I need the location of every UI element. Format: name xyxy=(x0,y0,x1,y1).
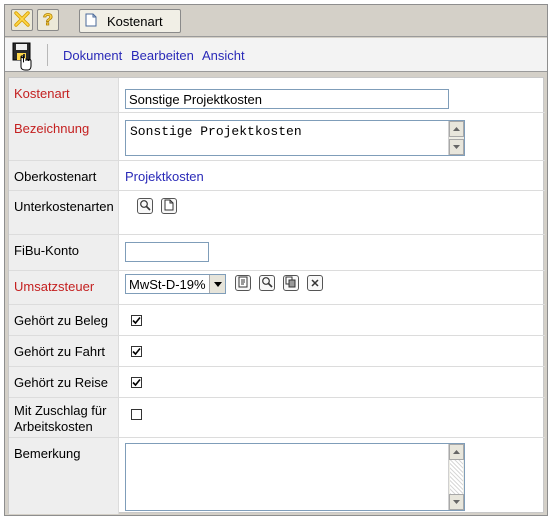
umsatzsteuer-copy-button[interactable] xyxy=(283,275,299,291)
fibu-konto-input[interactable] xyxy=(125,242,209,262)
menu-ansicht[interactable]: Ansicht xyxy=(202,48,245,63)
zuschlag-label-line2: Arbeitskosten xyxy=(14,419,93,434)
scroll-down-arrow-icon[interactable] xyxy=(449,139,464,155)
clear-icon xyxy=(310,276,320,291)
bezeichnung-label: Bezeichnung xyxy=(9,113,119,160)
unterkostenarten-search-button[interactable] xyxy=(137,198,153,214)
kostenart-label: Kostenart xyxy=(9,78,119,112)
chevron-down-icon[interactable] xyxy=(209,275,225,293)
row-gehoert-fahrt: Gehört zu Fahrt xyxy=(9,336,545,367)
menu-separator xyxy=(47,44,48,66)
row-oberkostenart: Oberkostenart Projektkosten xyxy=(9,161,545,191)
row-bemerkung: Bemerkung xyxy=(9,438,545,514)
gehoert-reise-checkbox[interactable] xyxy=(131,377,142,388)
bemerkung-textarea[interactable] xyxy=(125,443,465,511)
menu-bar: Dokument Bearbeiten Ansicht xyxy=(5,38,547,72)
bezeichnung-text: Sonstige Projektkosten xyxy=(130,124,302,139)
close-button[interactable] xyxy=(11,9,33,31)
gehoert-beleg-checkbox[interactable] xyxy=(131,315,142,326)
tab-label: Kostenart xyxy=(107,13,163,29)
umsatzsteuer-clear-button[interactable] xyxy=(307,275,323,291)
zuschlag-label: Mit Zuschlag für Arbeitskosten xyxy=(9,398,119,437)
unterkostenarten-new-button[interactable] xyxy=(161,198,177,214)
kostenart-input[interactable] xyxy=(125,89,449,109)
unterkostenarten-label: Unterkostenarten xyxy=(9,191,119,234)
details-icon xyxy=(237,276,249,291)
bemerkung-label: Bemerkung xyxy=(9,438,119,514)
search-icon xyxy=(139,199,151,214)
menu-bearbeiten[interactable]: Bearbeiten xyxy=(131,48,194,63)
tab-kostenart[interactable]: Kostenart xyxy=(79,9,181,33)
floppy-save-icon xyxy=(11,42,33,74)
copy-icon xyxy=(285,276,297,291)
new-document-icon xyxy=(164,199,174,214)
oberkostenart-link[interactable]: Projektkosten xyxy=(125,169,204,184)
gehoert-beleg-label: Gehört zu Beleg xyxy=(9,305,119,335)
bezeichnung-textarea[interactable]: Sonstige Projektkosten xyxy=(125,120,465,156)
umsatzsteuer-label: Umsatzsteuer xyxy=(9,271,119,304)
row-fibu-konto: FiBu-Konto xyxy=(9,235,545,271)
row-kostenart: Kostenart xyxy=(9,78,545,113)
close-x-icon xyxy=(14,10,30,30)
umsatzsteuer-details-button[interactable] xyxy=(235,275,251,291)
row-umsatzsteuer: Umsatzsteuer MwSt-D-19% xyxy=(9,271,545,305)
checkmark-icon xyxy=(132,375,141,390)
zuschlag-checkbox[interactable] xyxy=(131,409,142,420)
document-icon xyxy=(85,13,97,30)
umsatzsteuer-select[interactable]: MwSt-D-19% xyxy=(125,274,226,294)
checkmark-icon xyxy=(132,313,141,328)
row-gehoert-reise: Gehört zu Reise xyxy=(9,367,545,398)
svg-text:?: ? xyxy=(43,10,53,28)
bemerkung-scrollbar[interactable] xyxy=(448,444,464,510)
oberkostenart-label: Oberkostenart xyxy=(9,161,119,190)
scroll-down-arrow-icon[interactable] xyxy=(449,494,464,510)
row-zuschlag: Mit Zuschlag für Arbeitskosten xyxy=(9,398,545,438)
row-gehoert-beleg: Gehört zu Beleg xyxy=(9,305,545,336)
bezeichnung-scrollbar[interactable] xyxy=(448,121,464,155)
umsatzsteuer-value: MwSt-D-19% xyxy=(129,277,206,292)
app-window: ? Kostenart Dokument Bearbeiten Ansicht … xyxy=(4,4,548,516)
gehoert-fahrt-label: Gehört zu Fahrt xyxy=(9,336,119,366)
help-button[interactable]: ? xyxy=(37,9,59,31)
checkmark-icon xyxy=(132,344,141,359)
scroll-up-arrow-icon[interactable] xyxy=(449,444,464,460)
zuschlag-label-line1: Mit Zuschlag für xyxy=(14,403,107,418)
umsatzsteuer-search-button[interactable] xyxy=(259,275,275,291)
scroll-up-arrow-icon[interactable] xyxy=(449,121,464,137)
row-bezeichnung: Bezeichnung Sonstige Projektkosten xyxy=(9,113,545,161)
search-icon xyxy=(261,276,273,291)
scrollbar-track[interactable] xyxy=(450,460,463,494)
top-toolbar: ? Kostenart xyxy=(5,5,547,37)
fibu-konto-label: FiBu-Konto xyxy=(9,235,119,270)
menu-dokument[interactable]: Dokument xyxy=(63,48,122,63)
gehoert-reise-label: Gehört zu Reise xyxy=(9,367,119,397)
gehoert-fahrt-checkbox[interactable] xyxy=(131,346,142,357)
help-question-icon: ? xyxy=(40,9,56,31)
save-button[interactable] xyxy=(11,41,33,71)
row-unterkostenarten: Unterkostenarten xyxy=(9,191,545,235)
kostenart-form: Kostenart Bezeichnung Sonstige Projektko… xyxy=(8,77,545,514)
